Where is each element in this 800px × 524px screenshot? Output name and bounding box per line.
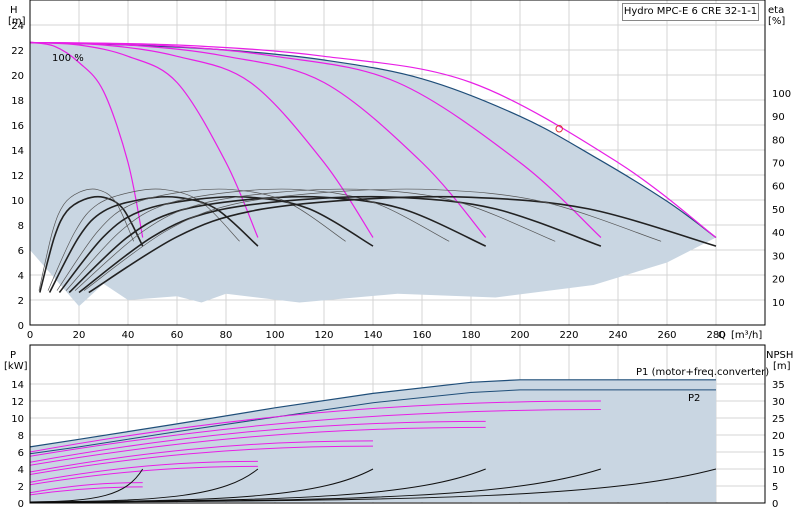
h-tick-label: 10 — [11, 196, 24, 207]
npsh-tick-label: 25 — [772, 414, 785, 425]
npsh-tick-label: 10 — [772, 465, 785, 476]
h-tick-label: 6 — [18, 246, 24, 257]
chart-canvas: 0246810121416182022241020304050607080901… — [4, 0, 793, 510]
y-axis-label-p: P — [10, 350, 16, 361]
h-tick-label: 0 — [18, 321, 24, 332]
x-axis-label-q: Q — [718, 330, 726, 341]
h-tick-label: 4 — [18, 271, 24, 282]
series-label-p1: P1 (motor+freq.converter) — [636, 367, 769, 378]
npsh-tick-label: 35 — [772, 380, 785, 391]
q-tick-label: 120 — [314, 330, 333, 341]
y2-axis-label-eta: eta — [768, 5, 784, 16]
h-tick-label: 20 — [11, 71, 24, 82]
q-tick-label: 100 — [265, 330, 284, 341]
eta-tick-label: 60 — [772, 182, 785, 193]
h-tick-label: 12 — [11, 171, 24, 182]
top-envelope-fill — [29, 41, 717, 307]
eta-tick-label: 70 — [772, 159, 785, 170]
q-tick-label: 260 — [657, 330, 676, 341]
h-tick-label: 18 — [11, 96, 24, 107]
eta-tick-label: 20 — [772, 275, 785, 286]
p-tick-label: 6 — [18, 448, 24, 459]
series-label-p2: P2 — [688, 393, 700, 404]
eta-tick-label: 100 — [772, 89, 791, 100]
q-tick-label: 180 — [461, 330, 480, 341]
q-tick-label: 60 — [171, 330, 184, 341]
top-operating-area — [30, 42, 716, 307]
p-tick-label: 12 — [11, 397, 24, 408]
p-tick-label: 10 — [11, 414, 24, 425]
npsh-tick-label: 15 — [772, 448, 785, 459]
y-axis-label-h: H — [10, 5, 18, 16]
pump-performance-chart: 0 2 4 6 8 10 12 14 16 18 20 22 24 10 20 30 40 50 60 70 80 90 1… — [0, 0, 800, 520]
y2-axis-label-npsh: NPSH — [766, 350, 793, 361]
x-axis-unit-q: [m³/h] — [731, 330, 762, 341]
q-tick-label: 0 — [27, 330, 33, 341]
y-axis-unit-h: [m] — [8, 16, 26, 27]
q-tick-label: 200 — [510, 330, 529, 341]
eta-tick-label: 90 — [772, 112, 785, 123]
eta-tick-label: 30 — [772, 251, 785, 262]
p-tick-label: 14 — [11, 380, 24, 391]
chart-title: Hydro MPC-E 6 CRE 32-1-1 — [622, 3, 759, 21]
npsh-tick-label: 5 — [772, 482, 778, 493]
q-tick-label: 80 — [220, 330, 233, 341]
p-tick-label: 4 — [18, 465, 24, 476]
q-tick-label: 240 — [608, 330, 627, 341]
eta-tick-label: 80 — [772, 135, 785, 146]
y2-axis-unit-eta: [%] — [768, 16, 785, 27]
p-tick-label: 8 — [18, 431, 24, 442]
eta-tick-label: 10 — [772, 298, 785, 309]
npsh-tick-label: 0 — [772, 499, 778, 510]
h-tick-label: 8 — [18, 221, 24, 232]
h-tick-label: 2 — [18, 296, 24, 307]
eta-tick-label: 40 — [772, 228, 785, 239]
h-tick-label: 14 — [11, 146, 24, 157]
eta-tick-label: 50 — [772, 205, 785, 216]
y-axis-unit-p: [kW] — [4, 361, 28, 372]
p-tick-label: 0 — [18, 499, 24, 510]
q-tick-label: 20 — [73, 330, 86, 341]
npsh-tick-label: 20 — [772, 431, 785, 442]
h-tick-label: 22 — [11, 46, 24, 57]
q-tick-label: 220 — [559, 330, 578, 341]
p-tick-label: 2 — [18, 482, 24, 493]
q-tick-label: 160 — [412, 330, 431, 341]
annotation-100-percent: 100 % — [52, 53, 84, 64]
y2-axis-unit-npsh: [m] — [773, 361, 791, 372]
q-tick-label: 40 — [122, 330, 135, 341]
q-tick-label: 140 — [363, 330, 382, 341]
npsh-tick-label: 30 — [772, 397, 785, 408]
h-tick-label: 16 — [11, 121, 24, 132]
